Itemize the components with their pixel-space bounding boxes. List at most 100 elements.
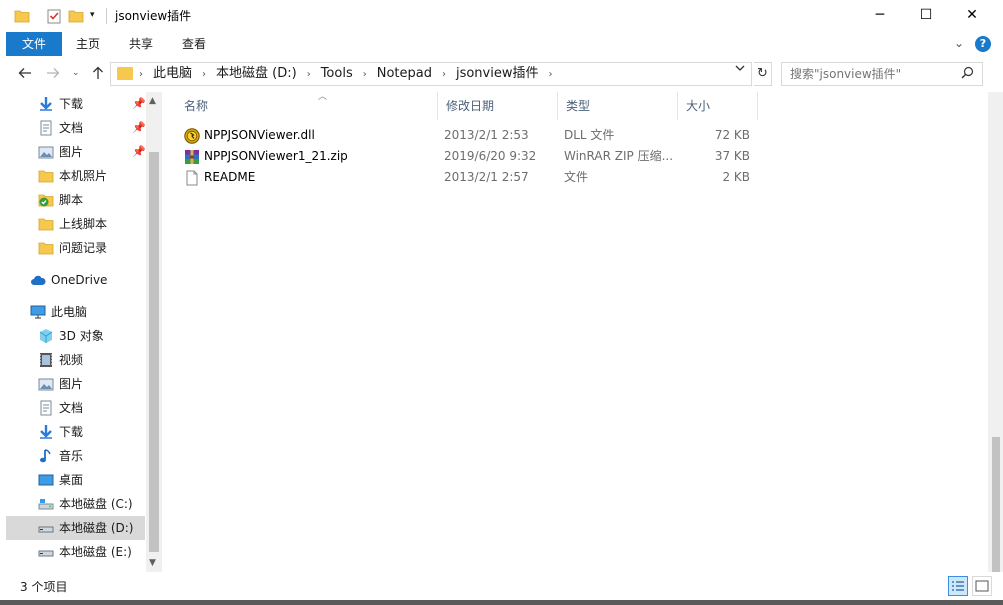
search-input[interactable] xyxy=(782,63,952,85)
breadcrumb-separator-icon[interactable]: › xyxy=(442,64,446,86)
breadcrumb-drive-d[interactable]: 本地磁盘 (D:) xyxy=(216,63,297,85)
quick-access-properties-icon[interactable] xyxy=(46,8,62,24)
content-scrollbar[interactable] xyxy=(988,92,1003,604)
sidebar-item-downloads[interactable]: 下载 xyxy=(6,420,145,444)
scroll-down-icon[interactable]: ▼ xyxy=(149,558,156,568)
sidebar-item-desktop[interactable]: 桌面 xyxy=(6,468,145,492)
sidebar-item-label: 脚本 xyxy=(59,193,84,207)
sidebar-item-issue-log[interactable]: 问题记录 xyxy=(6,236,145,260)
sidebar-item-drive-c[interactable]: 本地磁盘 (C:) xyxy=(6,492,145,516)
close-icon: ✕ xyxy=(966,7,978,23)
pictures-icon xyxy=(38,376,54,392)
ribbon: 文件 主页 共享 查看 ⌄ ? xyxy=(0,32,1003,56)
sidebar-item-quick-downloads[interactable]: 下载 📌 xyxy=(6,92,146,116)
sort-ascending-icon: ︿ xyxy=(318,92,328,102)
sidebar-item-deploy-scripts[interactable]: 上线脚本 xyxy=(6,212,145,236)
pin-icon: 📌 xyxy=(132,121,146,134)
sidebar-item-drive-e[interactable]: 本地磁盘 (E:) xyxy=(6,540,145,564)
breadcrumb-separator-icon[interactable]: › xyxy=(202,64,206,86)
drive-icon xyxy=(38,520,54,536)
sidebar-item-videos[interactable]: 视频 xyxy=(6,348,145,372)
breadcrumb-separator-icon[interactable]: › xyxy=(363,64,367,86)
ribbon-expand-icon[interactable]: ⌄ xyxy=(954,36,964,50)
minimize-button[interactable]: ─ xyxy=(857,0,903,30)
breadcrumb-tools[interactable]: Tools xyxy=(321,63,353,85)
sidebar-item-drive-d[interactable]: 本地磁盘 (D:) xyxy=(6,516,145,540)
sidebar-item-local-photos[interactable]: 本机照片 xyxy=(6,164,145,188)
tab-file[interactable]: 文件 xyxy=(6,32,62,56)
breadcrumb-separator-icon[interactable]: › xyxy=(307,64,311,86)
tab-share[interactable]: 共享 xyxy=(114,32,168,56)
column-header-label: 修改日期 xyxy=(446,99,495,113)
file-row[interactable]: NPPJSONViewer1_21.zip 2019/6/20 9:32 Win… xyxy=(176,146,776,167)
details-view-button[interactable] xyxy=(948,576,968,596)
file-row[interactable]: README 2013/2/1 2:57 文件 2 KB xyxy=(176,167,776,188)
scroll-up-icon[interactable]: ▲ xyxy=(149,96,156,106)
file-name: README xyxy=(204,170,256,184)
file-type: WinRAR ZIP 压缩... xyxy=(564,149,674,163)
sidebar-item-scripts[interactable]: 脚本 xyxy=(6,188,145,212)
sidebar-item-documents[interactable]: 文档 xyxy=(6,396,145,420)
column-header-date[interactable]: 修改日期 xyxy=(438,92,558,120)
large-icons-view-button[interactable] xyxy=(972,576,992,596)
file-size: 37 KB xyxy=(714,149,750,163)
column-header-name[interactable]: 名称 ︿ xyxy=(176,92,438,120)
folder-icon xyxy=(117,67,133,80)
cube-icon xyxy=(38,328,54,344)
taskbar-edge xyxy=(0,600,1003,605)
quick-access-new-folder-icon[interactable] xyxy=(68,8,84,24)
back-arrow-icon[interactable] xyxy=(18,66,32,84)
up-arrow-icon[interactable] xyxy=(91,66,105,84)
refresh-button[interactable]: ↻ xyxy=(754,62,772,86)
close-button[interactable]: ✕ xyxy=(949,0,995,30)
help-icon[interactable]: ? xyxy=(975,36,991,52)
breadcrumb-notepad[interactable]: Notepad xyxy=(377,63,432,85)
column-header-type[interactable]: 类型 xyxy=(558,92,678,120)
sidebar-item-music[interactable]: 音乐 xyxy=(6,444,145,468)
file-date: 2013/2/1 2:53 xyxy=(444,128,529,142)
breadcrumb-this-pc[interactable]: 此电脑 xyxy=(153,63,192,85)
column-header-label: 类型 xyxy=(566,99,591,113)
search-icon[interactable] xyxy=(961,66,974,83)
sidebar-item-3d-objects[interactable]: 3D 对象 xyxy=(6,324,145,348)
maximize-button[interactable]: ☐ xyxy=(903,0,949,30)
recent-locations-icon[interactable]: ⌄ xyxy=(72,68,80,78)
pictures-icon xyxy=(38,144,54,160)
maximize-icon: ☐ xyxy=(919,7,933,23)
item-count: 3 个项目 xyxy=(20,580,68,594)
quick-access-dropdown-icon[interactable]: ▾ xyxy=(90,10,100,26)
sidebar-item-this-pc[interactable]: 此电脑 xyxy=(6,300,145,324)
file-type: DLL 文件 xyxy=(564,128,615,142)
file-size: 2 KB xyxy=(722,170,750,184)
navigation-scrollbar[interactable]: ▲ ▼ xyxy=(146,92,162,572)
sidebar-item-quick-pictures[interactable]: 图片 📌 xyxy=(6,140,146,164)
address-dropdown-icon[interactable] xyxy=(734,62,746,77)
tab-view[interactable]: 查看 xyxy=(168,32,220,56)
drive-icon xyxy=(38,544,54,560)
sidebar-item-onedrive[interactable]: OneDrive xyxy=(6,268,145,292)
file-size: 72 KB xyxy=(714,128,750,142)
desktop-icon xyxy=(38,472,54,488)
folder-icon xyxy=(38,240,54,256)
sidebar-item-pictures[interactable]: 图片 xyxy=(6,372,145,396)
music-icon xyxy=(38,448,54,464)
scrollbar-thumb[interactable] xyxy=(149,152,159,552)
column-header-size[interactable]: 大小 xyxy=(678,92,758,120)
navigation-pane: 下载 📌 文档 📌 图片 📌 本机照片 脚本 上线脚本 问题记录 OneDriv… xyxy=(0,92,162,572)
tab-home[interactable]: 主页 xyxy=(62,32,114,56)
quick-access-folder-icon[interactable] xyxy=(14,8,30,24)
breadcrumb-jsonview[interactable]: jsonview插件 xyxy=(456,63,539,85)
file-row[interactable]: NPPJSONViewer.dll 2013/2/1 2:53 DLL 文件 7… xyxy=(176,125,776,146)
folder-check-icon xyxy=(38,192,54,208)
sidebar-item-label: 桌面 xyxy=(59,473,84,487)
sidebar-item-quick-documents[interactable]: 文档 📌 xyxy=(6,116,146,140)
file-type: 文件 xyxy=(564,170,589,184)
sidebar-item-label: OneDrive xyxy=(51,273,108,287)
window-title: jsonview插件 xyxy=(115,9,192,23)
search-box[interactable] xyxy=(781,62,983,86)
document-icon xyxy=(38,120,54,136)
address-bar[interactable]: › 此电脑 › 本地磁盘 (D:) › Tools › Notepad › jsonview插件 › xyxy=(110,62,752,86)
forward-arrow-icon[interactable] xyxy=(46,66,60,84)
breadcrumb-separator-icon[interactable]: › xyxy=(548,64,552,86)
large-icons-view-icon xyxy=(973,580,991,598)
